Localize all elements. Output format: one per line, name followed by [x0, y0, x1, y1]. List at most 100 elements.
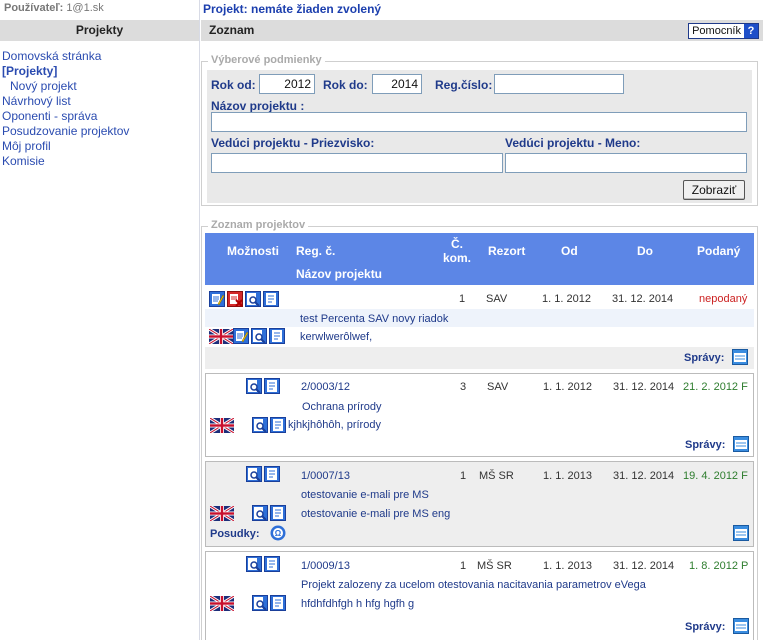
project-name-input[interactable]	[211, 112, 747, 132]
messages-label: Správy:	[684, 352, 725, 364]
main-title-bar: Zoznam Pomocník ?	[201, 20, 763, 41]
date-from: 1. 1. 2012	[543, 381, 592, 393]
lead-name-input[interactable]	[505, 153, 747, 173]
project-bar: Projekt: nemáte žiaden zvolený	[199, 0, 763, 18]
table-row: 1/0009/13 1 MŠ SR 1. 1. 2013 31. 12. 201…	[205, 551, 754, 640]
year-to-label: Rok do:	[323, 78, 368, 92]
project-label: Projekt:	[203, 2, 248, 16]
search-doc-icon[interactable]	[246, 466, 262, 482]
project-name-en[interactable]: hfdhfdhfgh h hfg hgfh g	[301, 598, 414, 610]
rezort: SAV	[487, 381, 509, 393]
report-icon[interactable]	[269, 328, 285, 344]
filter-fieldset: Výberové podmienky Rok od: Rok do: Reg.č…	[201, 54, 758, 206]
date-to: 31. 12. 2014	[613, 470, 675, 482]
help-label: Pomocník	[692, 25, 741, 37]
menu-item-my-profile[interactable]: Môj profil	[2, 139, 197, 154]
search-doc-icon[interactable]	[246, 556, 262, 572]
report-icon[interactable]	[263, 291, 279, 307]
reg-number[interactable]: 2/0003/12	[301, 381, 350, 393]
messages-icon[interactable]	[733, 525, 749, 541]
date-from: 1. 1. 2013	[543, 470, 592, 482]
year-to-input[interactable]	[372, 74, 422, 94]
show-button[interactable]: Zobraziť	[683, 180, 745, 200]
uk-flag-icon	[210, 596, 234, 611]
col-rezort[interactable]: Rezort	[488, 244, 525, 258]
submitted-status: 1. 8. 2012 P	[689, 560, 749, 572]
messages-icon[interactable]	[733, 436, 749, 452]
edit-icon[interactable]	[209, 291, 225, 307]
filter-panel: Rok od: Rok do: Reg.číslo: Názov projekt…	[207, 70, 752, 203]
date-to: 31. 12. 2014	[613, 560, 675, 572]
menu-item-new-project[interactable]: Nový projekt	[2, 79, 197, 94]
project-name-en[interactable]: kerwlwerôlwef,	[300, 331, 372, 343]
projects-fieldset: Zoznam projektov Možnosti Reg. č. Názov …	[201, 219, 758, 640]
kom-number: 1	[459, 293, 466, 305]
reg-number[interactable]: 1/0009/13	[301, 560, 350, 572]
report-icon[interactable]	[270, 505, 286, 521]
submitted-status: 21. 2. 2012 F	[683, 381, 748, 393]
date-from: 1. 1. 2013	[543, 560, 592, 572]
reviews-label: Posudky:	[210, 528, 260, 540]
project-name-sk[interactable]: Ochrana prírody	[302, 401, 381, 413]
report-icon[interactable]	[264, 556, 280, 572]
col-name[interactable]: Názov projektu	[296, 267, 382, 281]
menu-item-proposal-sheet[interactable]: Návrhový list	[2, 94, 197, 109]
help-icon: ?	[744, 24, 758, 38]
report-icon[interactable]	[270, 595, 286, 611]
project-name-sk[interactable]: test Percenta SAV novy riadok	[300, 313, 448, 325]
project-name-sk[interactable]: otestovanie e-mali pre MS	[301, 489, 429, 501]
table-header: Možnosti Reg. č. Názov projektu Č. kom. …	[205, 233, 754, 285]
lead-name-label: Vedúci projektu - Meno:	[505, 136, 641, 150]
search-doc-icon[interactable]	[252, 595, 268, 611]
reg-number[interactable]: 1/0007/13	[301, 470, 350, 482]
year-from-input[interactable]	[259, 74, 315, 94]
lead-surname-label: Vedúci projektu - Priezvisko:	[211, 136, 375, 150]
rezort: MŠ SR	[479, 470, 514, 482]
messages-icon[interactable]	[732, 349, 748, 365]
kom-number: 1	[460, 470, 467, 482]
filter-legend: Výberové podmienky	[208, 54, 325, 66]
search-doc-icon[interactable]	[251, 328, 267, 344]
delete-icon[interactable]	[227, 291, 243, 307]
year-from-label: Rok od:	[211, 78, 256, 92]
search-doc-icon[interactable]	[252, 417, 268, 433]
col-podany[interactable]: Podaný	[697, 244, 740, 258]
col-reg[interactable]: Reg. č.	[296, 244, 335, 258]
help-button[interactable]: Pomocník ?	[688, 23, 759, 39]
date-from: 1. 1. 2012	[542, 293, 591, 305]
messages-icon[interactable]	[733, 618, 749, 634]
menu-item-home[interactable]: Domovská stránka	[2, 49, 197, 64]
project-name-sk[interactable]: Projekt zalozeny za ucelom otestovania n…	[301, 579, 646, 591]
menu-item-projects[interactable]: [Projekty]	[2, 64, 197, 79]
review-icon[interactable]	[270, 525, 286, 541]
report-icon[interactable]	[270, 417, 286, 433]
submitted-status: nepodaný	[699, 293, 748, 305]
menu-item-project-review[interactable]: Posudzovanie projektov	[2, 124, 197, 139]
menu-item-opponents-report[interactable]: Oponenti - správa	[2, 109, 197, 124]
kom-number: 3	[460, 381, 467, 393]
col-do[interactable]: Do	[637, 244, 653, 258]
project-name-en[interactable]: otestovanie e-mali pre MS eng	[301, 508, 450, 520]
user-value: 1@1.sk	[66, 2, 104, 14]
user-label: Používateľ:	[4, 2, 64, 14]
table-row: 1 SAV 1. 1. 2012 31. 12. 2014 nepodaný t…	[205, 287, 754, 369]
search-doc-icon[interactable]	[252, 505, 268, 521]
lead-surname-input[interactable]	[211, 153, 503, 173]
project-name-en[interactable]: kjhkjhôhôh, prírody	[288, 419, 381, 431]
menu-item-committees[interactable]: Komisie	[2, 154, 197, 169]
uk-flag-icon	[209, 329, 233, 344]
reg-number-input[interactable]	[494, 74, 624, 94]
edit-icon[interactable]	[233, 328, 249, 344]
search-doc-icon[interactable]	[245, 291, 261, 307]
project-name-label: Názov projektu :	[211, 99, 305, 113]
report-icon[interactable]	[264, 378, 280, 394]
date-to: 31. 12. 2014	[612, 293, 674, 305]
report-icon[interactable]	[264, 466, 280, 482]
search-doc-icon[interactable]	[246, 378, 262, 394]
main-title: Zoznam	[209, 23, 255, 37]
kom-number: 1	[460, 560, 467, 572]
messages-label: Správy:	[685, 439, 726, 451]
col-od[interactable]: Od	[561, 244, 578, 258]
sidebar-menu: Domovská stránka [Projekty] Nový projekt…	[2, 49, 197, 169]
col-kom-2: kom.	[443, 251, 472, 265]
